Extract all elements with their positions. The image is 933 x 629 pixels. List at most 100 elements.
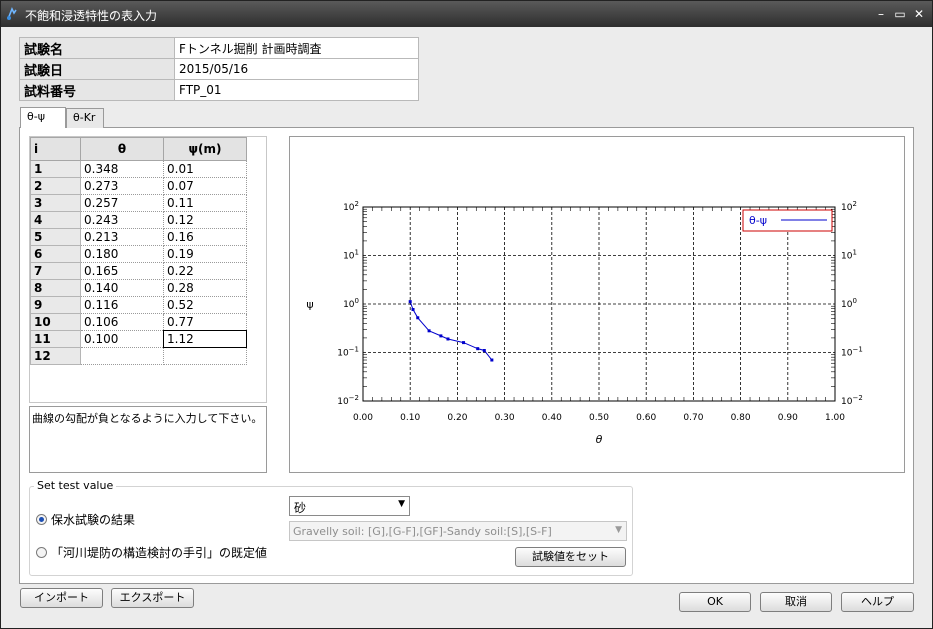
y-tick-label-left: 10−1 — [337, 346, 359, 359]
test-date-field[interactable]: 2015/05/16 — [174, 58, 419, 80]
theta-cell[interactable]: 0.165 — [80, 262, 164, 280]
theta-cell[interactable]: 0.140 — [80, 279, 164, 297]
x-tick-label: 0.70 — [683, 413, 703, 423]
row-index-cell: 7 — [30, 262, 81, 280]
window-title: 不飽和浸透特性の表入力 — [25, 9, 158, 23]
table-row: 3 0.257 0.11 — [30, 194, 247, 212]
psi-cell[interactable]: 0.22 — [163, 262, 247, 280]
y-tick-label-right: 101 — [841, 249, 857, 262]
radio-default-value[interactable]: 「河川堤防の構造検討の手引」の既定値 — [36, 544, 267, 560]
row-index-cell: 5 — [30, 228, 81, 246]
export-button[interactable]: エクスポート — [111, 588, 194, 608]
set-test-value-button[interactable]: 試験値をセット — [515, 547, 626, 567]
psi-cell[interactable]: 0.52 — [163, 296, 247, 314]
row-index-cell: 3 — [30, 194, 81, 212]
y-tick-base: 10 — [841, 252, 853, 262]
chart-area: 0.00 0.10 0.20 0.30 0.40 0.50 0.60 0.70 0.80 0.90… — [289, 136, 905, 473]
x-tick-label: 0.30 — [495, 413, 515, 423]
y-tick-label-right: 100 — [841, 297, 857, 310]
row-index-cell: 12 — [30, 347, 81, 365]
row-index-cell: 8 — [30, 279, 81, 297]
y-tick-exponent: 2 — [355, 200, 359, 208]
y-tick-base: 10 — [841, 397, 853, 407]
import-button[interactable]: インポート — [20, 588, 103, 608]
theta-cell[interactable]: 0.348 — [80, 160, 164, 178]
y-tick-exponent: 1 — [852, 249, 856, 257]
psi-cell[interactable] — [163, 347, 247, 365]
soil-select-value: 砂 — [294, 501, 307, 515]
close-icon[interactable]: ✕ — [911, 6, 927, 22]
y-tick-base: 10 — [841, 300, 853, 310]
psi-cell[interactable]: 0.01 — [163, 160, 247, 178]
data-point — [446, 337, 450, 341]
y-tick-base: 10 — [337, 349, 349, 359]
minimize-icon[interactable]: – — [873, 6, 889, 22]
y-tick-exponent: 2 — [852, 200, 856, 208]
data-point — [482, 348, 486, 352]
y-tick-label-left: 102 — [343, 200, 359, 213]
y-tick-label-right: 102 — [841, 200, 857, 213]
psi-cell[interactable]: 0.16 — [163, 228, 247, 246]
y-tick-label-left: 10−2 — [337, 394, 359, 407]
radio-off-icon[interactable] — [36, 547, 47, 558]
x-tick-label: 0.60 — [636, 413, 656, 423]
y-tick-exponent: 0 — [852, 297, 856, 305]
data-point — [427, 329, 431, 333]
theta-psi-chart: 0.00 0.10 0.20 0.30 0.40 0.50 0.60 0.70 0.80 0.90… — [306, 200, 863, 446]
theta-cell[interactable]: 0.243 — [80, 211, 164, 229]
data-point — [411, 308, 415, 312]
row-index-cell: 11 — [30, 330, 81, 348]
radio-on-icon[interactable] — [36, 514, 47, 525]
theta-cell[interactable]: 0.106 — [80, 313, 164, 331]
note-textarea[interactable]: 曲線の勾配が負となるように入力して下さい。 — [29, 406, 267, 473]
theta-cell[interactable]: 0.213 — [80, 228, 164, 246]
table-row: 7 0.165 0.22 — [30, 262, 247, 280]
radio-default-value-label: 「河川堤防の構造検討の手引」の既定値 — [51, 546, 268, 560]
psi-cell[interactable]: 0.11 — [163, 194, 247, 212]
x-tick-label: 0.40 — [542, 413, 562, 423]
row-index-cell: 6 — [30, 245, 81, 263]
theta-cell[interactable]: 0.257 — [80, 194, 164, 212]
y-tick-base: 10 — [841, 203, 853, 213]
psi-cell[interactable]: 0.07 — [163, 177, 247, 195]
y-tick-base: 10 — [343, 252, 355, 262]
soil-class-value: Gravelly soil: [G],[G-F],[GF]-Sandy soil… — [293, 525, 552, 538]
sample-number-field[interactable]: FTP_01 — [174, 79, 419, 101]
data-grid-container: i θ ψ(m) 1 0.348 0.01 2 0.273 0.07 3 0.257 0.11 4… — [29, 136, 267, 403]
maximize-icon[interactable]: ▭ — [892, 6, 908, 22]
y-tick-exponent: 0 — [355, 297, 359, 305]
theta-cell[interactable] — [80, 347, 164, 365]
x-tick-label: 0.50 — [589, 413, 609, 423]
test-name-field[interactable]: Fトンネル掘削 計画時調査 — [174, 37, 419, 59]
row-index-cell: 9 — [30, 296, 81, 314]
theta-cell[interactable]: 0.116 — [80, 296, 164, 314]
data-point — [416, 316, 420, 320]
y-axis-label: ψ — [306, 298, 313, 311]
psi-cell[interactable]: 0.28 — [163, 279, 247, 297]
soil-class-select: Gravelly soil: [G],[G-F],[GF]-Sandy soil… — [289, 521, 627, 541]
test-info-table: 試験名 Fトンネル掘削 計画時調査 試験日 2015/05/16 試料番号 FT… — [19, 37, 419, 101]
radio-test-result[interactable]: 保水試験の結果 — [36, 511, 135, 527]
y-tick-base: 10 — [337, 397, 349, 407]
title-bar: 不飽和浸透特性の表入力 – ▭ ✕ — [1, 1, 932, 27]
y-tick-exponent: −2 — [852, 394, 862, 402]
psi-cell[interactable]: 1.12 — [163, 330, 247, 348]
y-tick-label-right: 10−1 — [841, 346, 863, 359]
psi-cell[interactable]: 0.19 — [163, 245, 247, 263]
help-button[interactable]: ヘルプ — [841, 592, 914, 612]
data-point — [490, 358, 494, 362]
data-point — [476, 347, 480, 351]
radio-test-result-label: 保水試験の結果 — [51, 513, 136, 527]
table-row: 6 0.180 0.19 — [30, 245, 247, 263]
theta-cell[interactable]: 0.100 — [80, 330, 164, 348]
table-row: 11 0.100 1.12 — [30, 330, 247, 348]
cancel-button[interactable]: 取消 — [760, 592, 832, 612]
tab-theta-psi[interactable]: θ-ψ — [20, 107, 66, 128]
theta-cell[interactable]: 0.180 — [80, 245, 164, 263]
psi-cell[interactable]: 0.12 — [163, 211, 247, 229]
soil-select[interactable]: 砂 ▼ — [289, 496, 410, 516]
tab-theta-kr[interactable]: θ-Kr — [66, 108, 104, 128]
psi-cell[interactable]: 0.77 — [163, 313, 247, 331]
ok-button[interactable]: OK — [679, 592, 751, 612]
theta-cell[interactable]: 0.273 — [80, 177, 164, 195]
